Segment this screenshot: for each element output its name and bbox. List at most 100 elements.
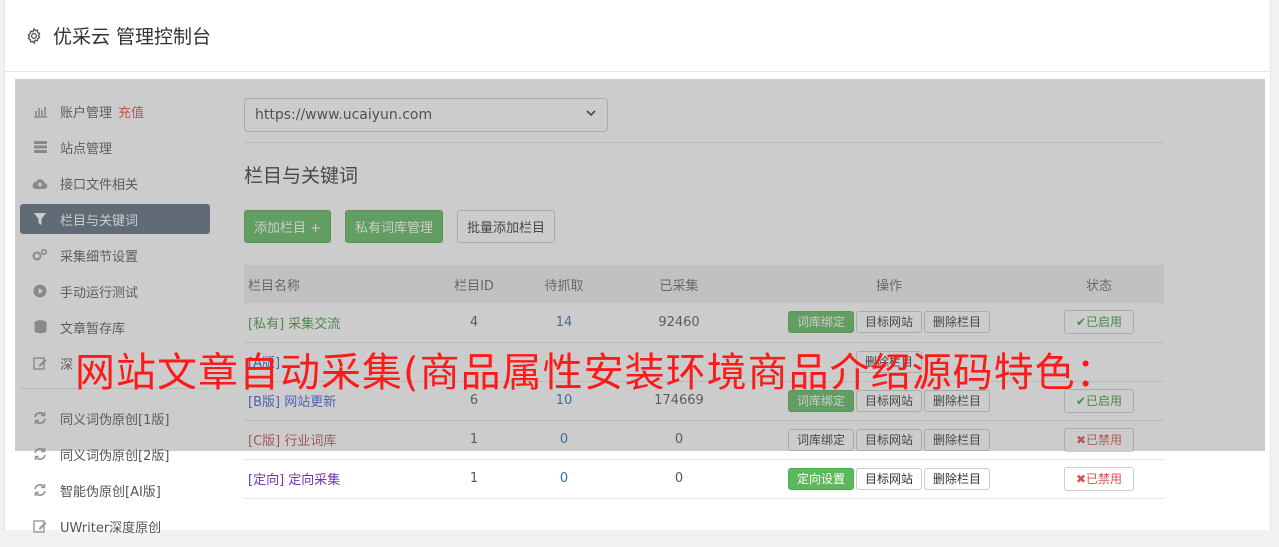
col-id-header: 栏目ID	[454, 278, 494, 294]
collected-count: 0	[674, 471, 684, 486]
top-header: 优采云 管理控制台	[5, 0, 1270, 72]
sidebar-item-label: 手动运行测试	[60, 285, 139, 301]
refresh-icon	[32, 410, 48, 426]
lexicon-bind-button[interactable]: 定向设置	[787, 467, 854, 490]
column-id: 1	[469, 432, 479, 447]
table-row: [B版] 网站更新 6 10 174669 词库绑定 目标网站 删除栏目 ✔已启用	[244, 381, 1164, 420]
column-id	[434, 342, 514, 381]
table-header-row: 栏目名称 栏目ID 待抓取 已采集 操作 状态	[244, 265, 1164, 303]
refresh-icon	[32, 482, 48, 498]
target-site-button[interactable]: 目标网站	[855, 467, 922, 490]
refresh-icon	[32, 446, 48, 462]
status-toggle[interactable]: ✔已启用	[1063, 310, 1135, 335]
status-toggle[interactable]: ✔已启用	[1063, 388, 1135, 413]
bar-chart-icon	[32, 103, 48, 119]
pending-count: 0	[559, 471, 569, 486]
column-name-cell: [B版] 网站更新	[244, 381, 434, 420]
sidebar: 账户管理 充值 站点管理 接口文件相关 栏目与关键词 采集细节设置 手动运行测试 文章暂存库深…	[20, 96, 210, 547]
sidebar-item-10[interactable]: 智能伪原创[AI版]	[20, 475, 210, 505]
column-id: 6	[469, 393, 479, 408]
sidebar-item-label: 同义词伪原创[1版]	[60, 412, 170, 428]
database-icon	[32, 319, 48, 335]
status-toggle[interactable]: ✖已禁用	[1063, 427, 1135, 452]
target-site-button[interactable]: 目标网站	[855, 389, 922, 412]
sidebar-item-label: 接口文件相关	[60, 177, 139, 193]
delete-column-button[interactable]: 删除栏目	[924, 428, 991, 451]
sidebar-item-2[interactable]: 接口文件相关	[20, 168, 210, 198]
state-cell: ✔已启用	[1034, 303, 1164, 342]
batch-add-button[interactable]: 批量添加栏目	[457, 210, 556, 243]
sidebar-item-5[interactable]: 手动运行测试	[20, 276, 210, 306]
lexicon-bind-button[interactable]: 词库绑定	[787, 311, 854, 334]
sidebar-item-8[interactable]: 同义词伪原创[1版]	[20, 403, 210, 433]
delete-column-button[interactable]: 删除栏目	[855, 350, 922, 373]
play-icon	[32, 283, 48, 299]
sidebar-item-0[interactable]: 账户管理 充值	[20, 96, 210, 126]
cloud-upload-icon	[32, 175, 48, 191]
column-name-link[interactable]: 行业词库	[284, 434, 336, 449]
state-cell: ✔已启用	[1034, 381, 1164, 420]
sidebar-item-label: 深	[60, 357, 74, 373]
column-id: 4	[469, 314, 479, 330]
collected-count: 92460	[658, 314, 700, 330]
pending-count	[514, 342, 614, 381]
column-name-link[interactable]: 定向采集	[288, 473, 340, 488]
site-select[interactable]: https://www.ucaiyun.com	[244, 98, 608, 132]
column-name-cell: [C版] 行业词库	[244, 420, 434, 459]
target-site-button[interactable]: 目标网站	[855, 311, 922, 334]
sidebar-item-1[interactable]: 站点管理	[20, 132, 210, 162]
sidebar-item-label: 采集细节设置	[60, 249, 139, 265]
table-row: [定向] 定向采集 1 0 0 定向设置 目标网站 删除栏目 ✖已禁用	[244, 459, 1164, 498]
server-icon	[32, 139, 48, 155]
column-name-cell: [A版]	[244, 342, 434, 381]
lexicon-bind-button[interactable]: 词库绑定	[787, 389, 854, 412]
recharge-link[interactable]: 充值	[118, 102, 144, 121]
filter-icon	[32, 211, 48, 227]
delete-column-button[interactable]: 删除栏目	[924, 389, 991, 412]
sidebar-item-3[interactable]: 栏目与关键词	[20, 204, 210, 234]
pending-count: 10	[555, 393, 573, 408]
ops-cell: 词库绑定 目标网站 删除栏目	[744, 381, 1034, 420]
section-title: 栏目与关键词	[244, 165, 359, 187]
state-cell	[1034, 342, 1164, 381]
sidebar-item-7[interactable]: 深	[20, 348, 210, 378]
cogs-icon	[32, 247, 48, 263]
table-row: [A版] 删除栏目	[244, 342, 1164, 381]
collected-count: 0	[674, 432, 684, 447]
content-area: 账户管理 充值 站点管理 接口文件相关 栏目与关键词 采集细节设置 手动运行测试 文章暂存库深…	[10, 78, 1262, 536]
pending-count: 0	[559, 432, 569, 447]
sidebar-item-4[interactable]: 采集细节设置	[20, 240, 210, 270]
toolbar: 添加栏目 + 私有词库管理 批量添加栏目	[244, 210, 1164, 243]
page-title: 优采云 管理控制台	[53, 26, 212, 48]
main-panel: https://www.ucaiyun.com 栏目与关键词 添加栏目 + 私有…	[244, 98, 1164, 499]
sidebar-item-11[interactable]: UWriter深度原创	[20, 511, 210, 541]
column-id: 1	[469, 471, 479, 486]
sidebar-item-label: UWriter深度原创	[60, 520, 162, 536]
edit-icon	[32, 355, 48, 371]
add-column-button[interactable]: 添加栏目 +	[244, 210, 332, 243]
sidebar-item-label: 文章暂存库	[60, 321, 126, 337]
sidebar-item-label: 智能伪原创[AI版]	[60, 484, 161, 500]
divider	[244, 142, 1164, 143]
sidebar-item-label: 账户管理	[60, 105, 113, 121]
target-site-button[interactable]: 目标网站	[855, 428, 922, 451]
col-name-header: 栏目名称	[248, 278, 301, 294]
col-done-header: 已采集	[659, 278, 699, 294]
ops-cell: 定向设置 目标网站 删除栏目	[744, 459, 1034, 498]
column-name-link[interactable]: 采集交流	[288, 317, 340, 332]
site-select-value: https://www.ucaiyun.com	[255, 107, 433, 123]
sidebar-item-9[interactable]: 同义词伪原创[2版]	[20, 439, 210, 469]
state-cell: ✖已禁用	[1034, 459, 1164, 498]
column-table: 栏目名称 栏目ID 待抓取 已采集 操作 状态 [私有] 采集交流 4 14 9246…	[244, 265, 1164, 499]
col-wait-header: 待抓取	[544, 278, 584, 294]
ops-cell: 词库绑定 目标网站 删除栏目	[744, 420, 1034, 459]
lexicon-bind-button[interactable]: 词库绑定	[787, 428, 854, 451]
private-lexicon-button[interactable]: 私有词库管理	[345, 210, 444, 243]
delete-column-button[interactable]: 删除栏目	[924, 311, 991, 334]
column-name-link[interactable]: 网站更新	[284, 395, 336, 410]
delete-column-button[interactable]: 删除栏目	[924, 467, 991, 490]
status-toggle[interactable]: ✖已禁用	[1063, 466, 1135, 491]
table-row: [私有] 采集交流 4 14 92460 词库绑定 目标网站 删除栏目 ✔已启用	[244, 303, 1164, 342]
sidebar-item-6[interactable]: 文章暂存库	[20, 312, 210, 342]
edit-icon	[32, 518, 48, 534]
